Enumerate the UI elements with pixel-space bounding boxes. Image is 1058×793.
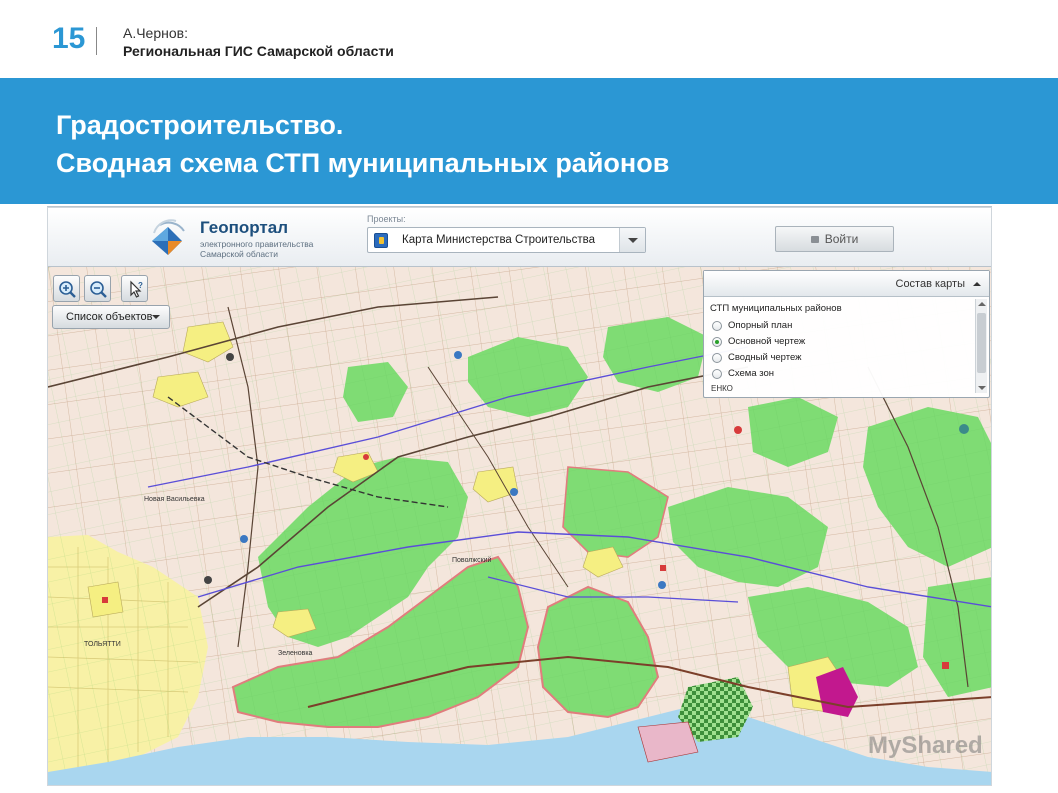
scroll-down-icon[interactable]	[978, 386, 986, 390]
radio-button[interactable]	[712, 369, 722, 379]
scroll-up-icon[interactable]	[978, 302, 986, 306]
slide-number-divider	[96, 27, 97, 55]
map-label-zelenovka: Зеленовка	[278, 650, 313, 657]
layer-option-label: Сводный чертеж	[728, 352, 802, 363]
slide-number: 15	[52, 22, 86, 55]
projects-label: Проекты:	[367, 214, 406, 224]
zoom-in-icon	[59, 281, 76, 298]
pointer-info-icon: ?	[130, 280, 143, 298]
layer-group-title: СТП муниципальных районов	[710, 303, 842, 314]
title-banner: Градостроительство. Сводная схема СТП му…	[0, 78, 1058, 204]
layer-option-label: Опорный план	[728, 320, 793, 331]
object-list-button[interactable]: Список объектов	[52, 305, 170, 329]
layer-option-label: Основной чертеж	[728, 336, 806, 347]
layers-panel: Состав карты СТП муниципальных районов О…	[703, 270, 990, 398]
geoportal-subtitle-2: Самарской области	[200, 249, 278, 259]
geoportal-subtitle-1: электронного правительства	[200, 239, 314, 249]
radio-button[interactable]	[712, 353, 722, 363]
layers-panel-title: Состав карты	[895, 278, 966, 290]
geoportal-title: Геопортал	[200, 218, 289, 237]
region-crest-icon	[374, 233, 388, 248]
info-pointer-button[interactable]: ?	[121, 275, 148, 302]
radio-button-selected[interactable]	[712, 337, 722, 347]
lock-icon	[810, 236, 819, 243]
project-select[interactable]: Карта Министерства Строительства	[367, 227, 646, 253]
map-label-tolyatti: ТОЛЬЯТТИ	[84, 641, 121, 648]
login-button-label: Войти	[824, 232, 859, 246]
zoom-out-icon	[90, 281, 107, 298]
scrollbar-thumb[interactable]	[977, 313, 986, 373]
login-button[interactable]: Войти	[775, 226, 894, 252]
chevron-down-icon[interactable]	[619, 228, 645, 252]
layer-group-truncated: ЕНКО	[711, 384, 733, 393]
project-select-value: Карта Министерства Строительства	[402, 234, 596, 246]
zoom-out-button[interactable]	[84, 275, 111, 302]
layer-option-label: Схема зон	[728, 368, 775, 379]
map-label-new-vasilevka: Новая Васильевка	[144, 496, 205, 503]
app-header: Геопортал электронного правительства Сам…	[48, 208, 991, 267]
chevron-up-icon[interactable]	[973, 282, 981, 286]
map-canvas[interactable]: ТОЛЬЯТТИ Новая Васильевка Зеленовка Пово…	[48, 267, 991, 785]
layers-panel-header[interactable]: Состав карты	[704, 271, 989, 297]
watermark: MyShared	[868, 732, 983, 759]
slide-title-line2: Сводная схема СТП муниципальных районов	[56, 148, 670, 178]
slide-author: А.Чернов:	[123, 25, 188, 41]
map-label-povolzhsky: Поволжский	[452, 557, 492, 564]
svg-text:?: ?	[138, 281, 143, 290]
slide-title-line1: Градостроительство.	[56, 110, 344, 140]
geoportal-window: Геопортал электронного правительства Сам…	[47, 207, 992, 786]
zoom-in-button[interactable]	[53, 275, 80, 302]
geoportal-logo-icon	[152, 219, 185, 255]
layers-panel-scrollbar[interactable]	[975, 299, 987, 393]
slide-subtitle: Региональная ГИС Самарской области	[123, 43, 394, 59]
radio-button[interactable]	[712, 321, 722, 331]
